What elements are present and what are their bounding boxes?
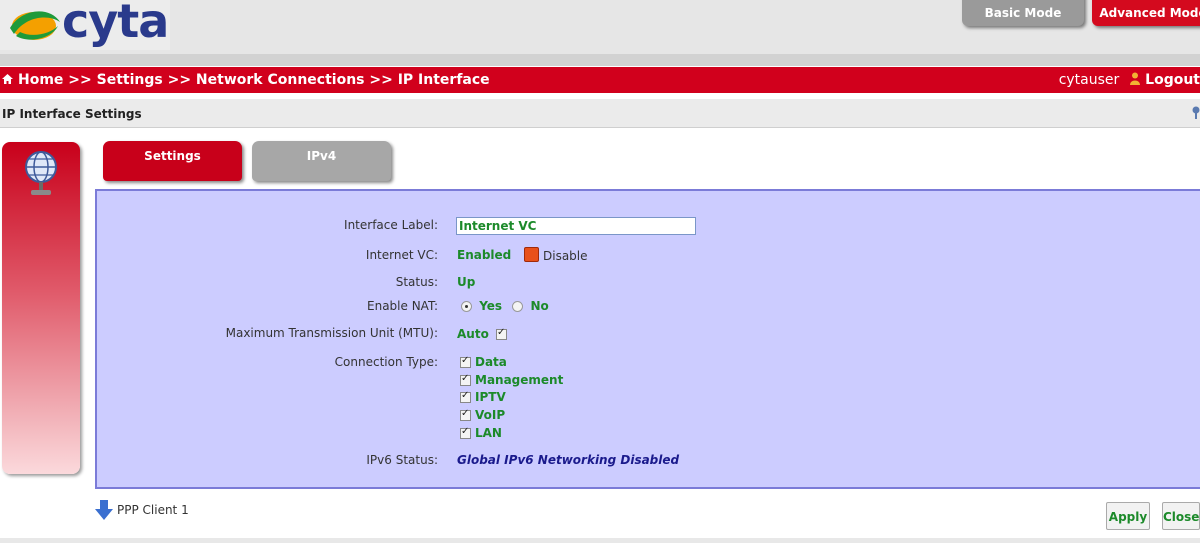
advanced-mode-button[interactable]: Advanced Mode (1092, 0, 1200, 26)
apply-button[interactable]: Apply (1106, 502, 1150, 530)
conn-management-item: Management (460, 373, 563, 387)
ipv6-status-label: IPv6 Status: (366, 453, 438, 467)
conn-data-checkbox[interactable] (460, 355, 471, 368)
page-title: IP Interface Settings (2, 107, 142, 121)
internet-vc-label: Internet VC: (365, 248, 438, 262)
ipv6-status-value: Global IPv6 Networking Disabled (457, 453, 680, 467)
breadcrumb-text[interactable]: Home >> Settings >> Network Connections … (18, 72, 490, 88)
conn-voip-checkbox[interactable] (460, 408, 471, 421)
logo-text: cyta (62, 0, 169, 48)
conn-iptv-item: IPTV (460, 390, 506, 404)
conn-voip-item: VoIP (460, 408, 505, 422)
bottom-divider (0, 538, 1200, 543)
breadcrumb[interactable]: Home >> Settings >> Network Connections … (2, 72, 490, 88)
conn-data-item: Data (460, 355, 507, 369)
conn-lan-checkbox[interactable] (460, 426, 471, 439)
tab-ipv4-label: IPv4 (306, 149, 337, 163)
internet-vc-value: Enabled (457, 248, 512, 262)
tab-settings[interactable]: Settings (103, 141, 242, 181)
tab-settings-label: Settings (144, 149, 201, 163)
enable-nat-options: Yes No (461, 299, 549, 313)
conn-lan-label: LAN (475, 426, 502, 440)
cyta-swoosh-icon (10, 11, 60, 40)
conn-data-label: Data (475, 355, 507, 369)
cyta-logo: cyta (0, 0, 170, 50)
disable-button[interactable]: Disable (524, 247, 588, 263)
nat-no-label: No (530, 299, 549, 313)
top-header: cyta Basic Mode Advanced Mode (0, 0, 1200, 54)
mtu-label: Maximum Transmission Unit (MTU): (225, 326, 438, 340)
conn-iptv-label: IPTV (475, 390, 506, 404)
close-button[interactable]: Close (1162, 502, 1200, 530)
tab-ipv4[interactable]: IPv4 (252, 141, 391, 181)
status-label: Status: (395, 275, 438, 289)
disable-icon (524, 247, 539, 262)
conn-lan-item: LAN (460, 426, 502, 440)
basic-mode-button[interactable]: Basic Mode (962, 0, 1084, 26)
interface-label-input[interactable] (456, 217, 696, 235)
user-area: cytauser Logout (1059, 72, 1200, 88)
globe-network-icon (25, 151, 57, 195)
conn-management-checkbox[interactable] (460, 373, 471, 386)
help-icon[interactable] (1190, 106, 1200, 120)
conn-management-label: Management (475, 373, 564, 387)
sidebar-panel (2, 142, 80, 474)
status-value: Up (457, 275, 476, 289)
header-divider (0, 54, 1200, 66)
user-icon (1130, 72, 1141, 85)
ppp-client-link[interactable]: PPP Client 1 (95, 500, 189, 520)
down-arrow-icon (95, 500, 113, 520)
mtu-value: Auto (457, 327, 489, 341)
enable-nat-label: Enable NAT: (367, 299, 438, 313)
nat-yes-label: Yes (479, 299, 503, 313)
connection-type-label: Connection Type: (334, 355, 438, 369)
mtu-value-group: Auto (457, 327, 507, 341)
page-title-bar: IP Interface Settings (0, 99, 1200, 128)
disable-label: Disable (543, 249, 588, 263)
home-icon[interactable] (2, 74, 13, 84)
conn-voip-label: VoIP (475, 408, 506, 422)
nat-no-radio[interactable] (512, 301, 524, 312)
mtu-auto-checkbox[interactable] (496, 327, 507, 340)
nat-yes-radio[interactable] (461, 301, 472, 312)
username: cytauser (1058, 72, 1120, 88)
breadcrumb-bar: Home >> Settings >> Network Connections … (0, 67, 1200, 93)
basic-mode-label: Basic Mode (984, 6, 1062, 20)
interface-label-label: Interface Label: (344, 218, 438, 232)
advanced-mode-label: Advanced Mode (1099, 6, 1200, 20)
conn-iptv-checkbox[interactable] (460, 390, 471, 403)
ppp-client-label: PPP Client 1 (117, 503, 189, 517)
logout-link[interactable]: Logout (1145, 72, 1200, 88)
